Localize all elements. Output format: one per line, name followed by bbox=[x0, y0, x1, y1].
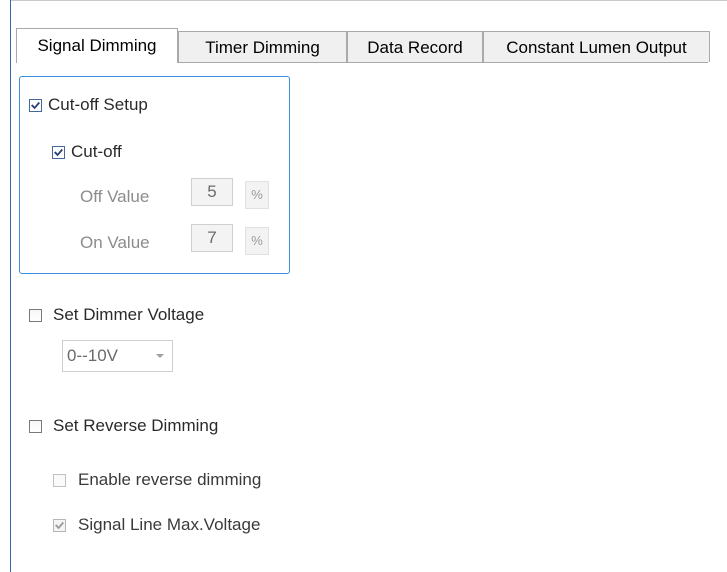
set-reverse-dimming-checkbox[interactable] bbox=[29, 420, 42, 433]
tab-constant-lumen-output[interactable]: Constant Lumen Output bbox=[483, 31, 710, 62]
on-value-input[interactable]: 7 bbox=[191, 224, 233, 252]
off-value-unit: % bbox=[245, 181, 269, 209]
tab-underline bbox=[178, 62, 708, 63]
enable-reverse-dimming-checkbox[interactable] bbox=[53, 474, 66, 487]
on-value-unit: % bbox=[245, 227, 269, 255]
on-value-label: On Value bbox=[80, 233, 150, 252]
cutoff-setup-checkbox[interactable] bbox=[29, 99, 42, 112]
signal-line-max-voltage-checkbox[interactable] bbox=[53, 519, 66, 532]
window-top-border bbox=[10, 0, 727, 1]
signal-line-max-voltage-label: Signal Line Max.Voltage bbox=[78, 515, 261, 534]
dimmer-voltage-selected: 0--10V bbox=[67, 346, 119, 365]
tab-signal-dimming[interactable]: Signal Dimming bbox=[16, 28, 178, 63]
set-dimmer-voltage-label: Set Dimmer Voltage bbox=[53, 305, 205, 324]
cutoff-label: Cut-off bbox=[71, 142, 122, 161]
cutoff-setup-label: Cut-off Setup bbox=[48, 95, 148, 114]
off-value-label: Off Value bbox=[80, 187, 150, 206]
set-reverse-dimming-label: Set Reverse Dimming bbox=[53, 416, 219, 435]
dimmer-voltage-select[interactable]: 0--10V bbox=[62, 340, 173, 372]
chevron-down-icon bbox=[156, 354, 164, 358]
tab-timer-dimming[interactable]: Timer Dimming bbox=[178, 31, 347, 62]
enable-reverse-dimming-label: Enable reverse dimming bbox=[78, 470, 262, 489]
cutoff-checkbox[interactable] bbox=[52, 146, 65, 159]
set-dimmer-voltage-checkbox[interactable] bbox=[29, 309, 42, 322]
off-value-input[interactable]: 5 bbox=[191, 178, 233, 206]
window-left-border bbox=[10, 0, 11, 572]
tab-data-record[interactable]: Data Record bbox=[347, 31, 483, 62]
